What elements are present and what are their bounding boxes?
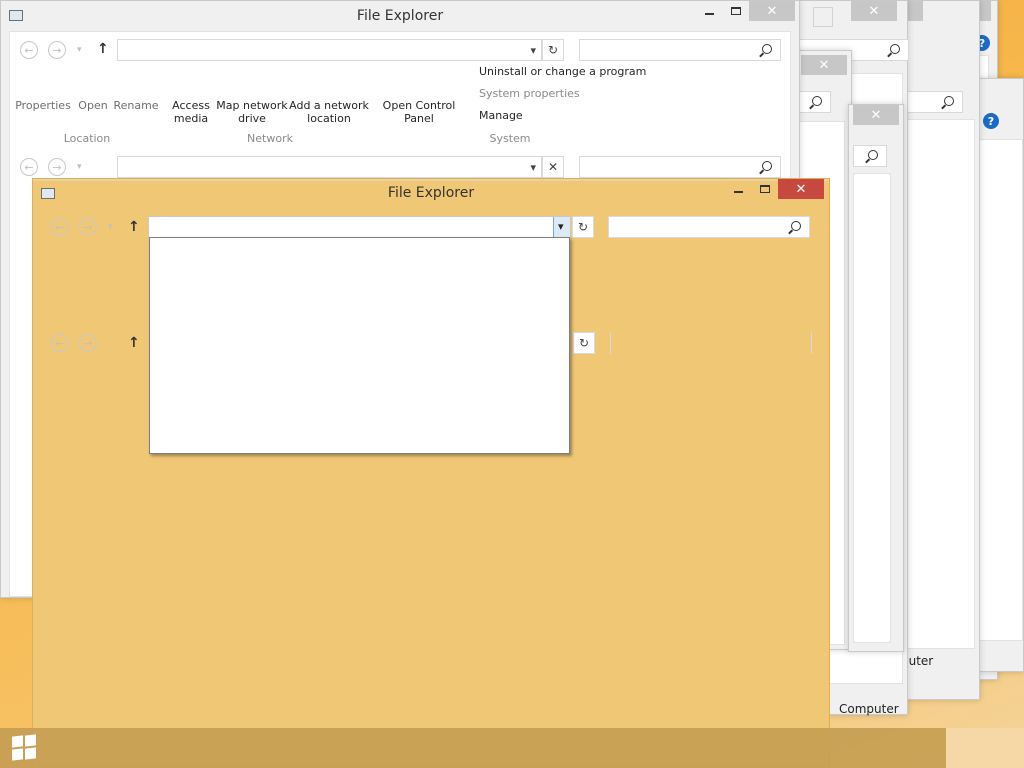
status-computer-label: Computer [839,702,899,716]
search-icon [762,44,772,54]
ribbon-open-control-panel[interactable]: Open Control Panel [379,99,459,125]
back-button[interactable]: ← [20,41,38,59]
up-button[interactable]: ↑ [128,336,140,350]
recent-locations-dropdown[interactable]: ▾ [77,162,82,172]
back-button[interactable]: ← [51,334,69,352]
search-input[interactable] [853,145,887,167]
maximize-icon [760,185,770,193]
windows-logo-icon [12,748,23,761]
close-button[interactable]: ✕ [853,105,899,125]
address-dropdown-icon[interactable]: ▾ [530,44,536,57]
recent-locations-dropdown[interactable]: ▾ [108,222,113,232]
back-button[interactable]: ← [20,158,38,176]
ribbon-system-properties[interactable]: System properties [479,87,580,100]
ribbon-uninstall-program[interactable]: Uninstall or change a program [479,65,646,78]
window-client [979,139,1023,641]
explorer-window-bg-7: ✕ [848,104,904,652]
close-button[interactable]: ✕ [801,55,847,75]
search-icon [791,221,801,231]
help-icon[interactable]: ? [983,113,999,129]
address-dropdown-list[interactable] [149,237,570,454]
refresh-button[interactable]: ↻ [573,332,595,354]
explorer-window-bg-6: ? [978,78,1024,672]
search-icon [762,161,772,171]
address-bar[interactable]: ▾ [117,39,542,61]
address-bar[interactable]: ▾ [117,156,542,178]
search-input[interactable] [579,156,781,178]
forward-button[interactable]: → [79,334,97,352]
ribbon-rename[interactable]: Rename [113,99,159,112]
forward-button[interactable]: → [48,41,66,59]
windows-logo-icon [12,735,23,748]
window-title: File Explorer [387,185,475,201]
ribbon-group-network: Network [247,132,293,145]
search-input[interactable] [610,332,812,354]
close-button[interactable]: ✕ [749,1,795,21]
search-input[interactable] [579,39,781,61]
search-icon [890,44,900,54]
window-client [905,119,975,649]
back-button[interactable]: ← [51,218,69,236]
address-dropdown-button[interactable]: ▾ [553,217,570,237]
ribbon-access-media[interactable]: Access media [167,99,215,125]
window-title: File Explorer [356,8,444,24]
windows-logo-icon [25,747,36,760]
search-icon [812,96,822,106]
address-bar[interactable]: ▾ [148,216,571,238]
search-input[interactable] [608,216,810,238]
ribbon-map-network-drive[interactable]: Map network drive [215,99,289,125]
chevron-up-icon[interactable] [813,7,833,27]
window-client [33,179,829,181]
search-icon [868,150,878,160]
forward-button[interactable]: → [48,158,66,176]
up-button[interactable]: ↑ [128,220,140,234]
recent-locations-dropdown[interactable]: ▾ [77,45,82,55]
window-client [853,173,891,643]
maximize-icon [731,7,741,15]
refresh-button[interactable]: ↻ [542,39,564,61]
clear-button[interactable]: ✕ [542,156,564,178]
refresh-button[interactable]: ↻ [572,216,594,238]
windows-logo-icon [25,734,36,747]
taskbar [0,728,1024,768]
ribbon-group-location: Location [63,132,111,145]
show-desktop-area[interactable] [946,728,1024,768]
ribbon-manage[interactable]: Manage [479,109,523,122]
forward-button[interactable]: → [79,218,97,236]
address-dropdown-icon[interactable]: ▾ [530,161,536,174]
up-button[interactable]: ↑ [97,42,109,56]
ribbon-open[interactable]: Open [75,99,111,112]
start-button[interactable] [12,734,38,761]
close-button[interactable]: ✕ [851,1,897,21]
chevron-down-icon: ▾ [558,220,564,233]
search-icon [944,96,954,106]
ribbon-add-network-location[interactable]: Add a network location [289,99,369,125]
ribbon-group-system: System [489,132,531,145]
ribbon-properties[interactable]: Properties [15,99,71,112]
close-button[interactable]: ✕ [778,179,824,199]
